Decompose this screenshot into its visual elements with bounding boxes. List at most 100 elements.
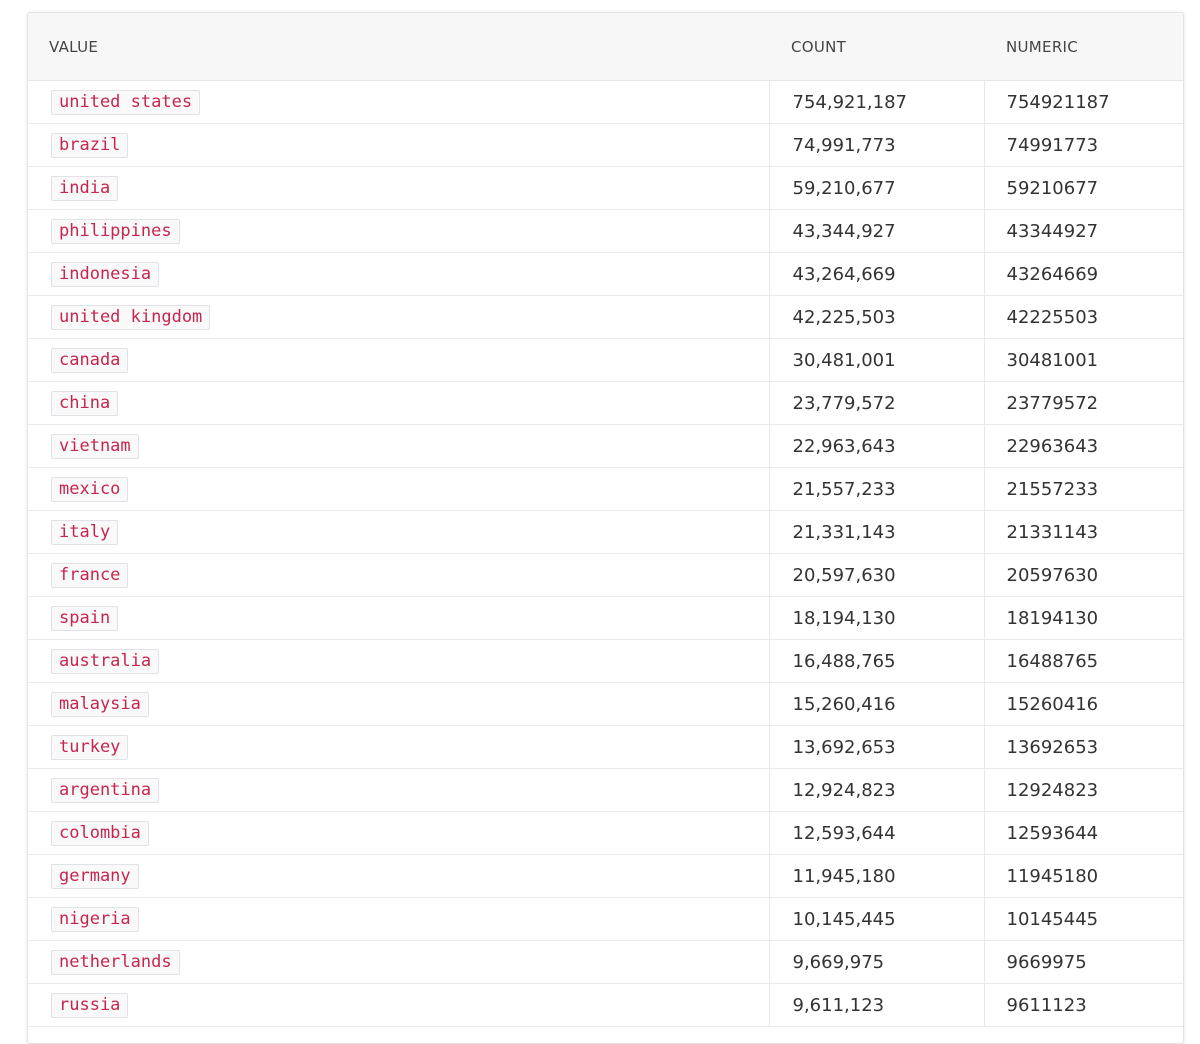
table-row: vietnam 22,963,643 22963643 [28,424,1183,468]
value-tag[interactable]: india [51,175,119,201]
numeric-cell: 15260416 [983,682,1183,726]
count-cell: 9,669,975 [768,940,984,984]
numeric-cell: 13692653 [983,725,1183,769]
numeric-cell: 21557233 [983,467,1183,511]
table-row: malaysia 15,260,416 15260416 [28,682,1183,726]
value-tag[interactable]: united states [51,89,201,115]
value-tag[interactable]: china [51,390,119,416]
value-cell: brazil [28,123,769,167]
numeric-cell: 18194130 [983,596,1183,640]
value-cell: mexico [28,467,769,511]
count-cell: 18,194,130 [768,596,984,640]
count-cell: 12,924,823 [768,768,984,812]
results-table-panel: VALUE COUNT NUMERIC united states 754,921… [27,12,1184,1044]
table-row: spain 18,194,130 18194130 [28,596,1183,640]
numeric-cell: 9611123 [983,983,1183,1027]
numeric-cell: 42225503 [983,295,1183,339]
value-tag[interactable]: brazil [51,132,129,158]
value-tag[interactable]: indonesia [51,261,160,287]
value-cell: turkey [28,725,769,769]
count-cell: 15,260,416 [768,682,984,726]
value-tag[interactable]: netherlands [51,949,180,975]
table-row: germany 11,945,180 11945180 [28,854,1183,898]
value-cell: australia [28,639,769,683]
numeric-cell: 11945180 [983,854,1183,898]
table-row: russia 9,611,123 9611123 [28,983,1183,1027]
numeric-cell: 10145445 [983,897,1183,941]
table-row: netherlands 9,669,975 9669975 [28,940,1183,984]
value-tag[interactable]: argentina [51,777,160,803]
count-cell: 74,991,773 [768,123,984,167]
value-cell: indonesia [28,252,769,296]
results-table: VALUE COUNT NUMERIC united states 754,921… [28,13,1183,1027]
count-cell: 10,145,445 [768,897,984,941]
numeric-cell: 59210677 [983,166,1183,210]
count-cell: 9,611,123 [768,983,984,1027]
value-tag[interactable]: germany [51,863,139,889]
table-row: australia 16,488,765 16488765 [28,639,1183,683]
numeric-cell: 43344927 [983,209,1183,253]
value-tag[interactable]: turkey [51,734,129,760]
table-body: united states 754,921,187 754921187 brazil 7… [28,80,1183,1027]
count-cell: 16,488,765 [768,639,984,683]
value-cell: united kingdom [28,295,769,339]
numeric-cell: 21331143 [983,510,1183,554]
count-cell: 11,945,180 [768,854,984,898]
table-header-row: VALUE COUNT NUMERIC [28,13,1183,81]
numeric-cell: 12924823 [983,768,1183,812]
table-row: brazil 74,991,773 74991773 [28,123,1183,167]
table-row: france 20,597,630 20597630 [28,553,1183,597]
value-tag[interactable]: france [51,562,129,588]
value-cell: russia [28,983,769,1027]
value-tag[interactable]: colombia [51,820,149,846]
value-tag[interactable]: australia [51,648,160,674]
value-cell: argentina [28,768,769,812]
value-cell: malaysia [28,682,769,726]
column-header-numeric[interactable]: NUMERIC [984,13,1183,81]
value-tag[interactable]: malaysia [51,691,149,717]
value-tag[interactable]: mexico [51,476,129,502]
value-tag[interactable]: philippines [51,218,180,244]
table-row: united kingdom 42,225,503 42225503 [28,295,1183,339]
count-cell: 22,963,643 [768,424,984,468]
numeric-cell: 20597630 [983,553,1183,597]
value-tag[interactable]: russia [51,992,129,1018]
value-cell: netherlands [28,940,769,984]
numeric-cell: 9669975 [983,940,1183,984]
table-row: nigeria 10,145,445 10145445 [28,897,1183,941]
value-cell: vietnam [28,424,769,468]
value-tag[interactable]: canada [51,347,129,373]
numeric-cell: 16488765 [983,639,1183,683]
count-cell: 30,481,001 [768,338,984,382]
value-cell: china [28,381,769,425]
value-tag[interactable]: nigeria [51,906,139,932]
column-header-count[interactable]: COUNT [769,13,984,81]
count-cell: 21,331,143 [768,510,984,554]
count-cell: 42,225,503 [768,295,984,339]
value-tag[interactable]: vietnam [51,433,139,459]
value-cell: spain [28,596,769,640]
value-tag[interactable]: united kingdom [51,304,211,330]
count-cell: 12,593,644 [768,811,984,855]
table-row: china 23,779,572 23779572 [28,381,1183,425]
column-header-value[interactable]: VALUE [28,13,769,81]
value-cell: united states [28,80,769,124]
value-cell: india [28,166,769,210]
numeric-cell: 23779572 [983,381,1183,425]
count-cell: 13,692,653 [768,725,984,769]
value-tag[interactable]: italy [51,519,119,545]
value-cell: germany [28,854,769,898]
table-row: united states 754,921,187 754921187 [28,80,1183,124]
value-cell: colombia [28,811,769,855]
count-cell: 23,779,572 [768,381,984,425]
table-row: turkey 13,692,653 13692653 [28,725,1183,769]
numeric-cell: 754921187 [983,80,1183,124]
table-row: mexico 21,557,233 21557233 [28,467,1183,511]
value-cell: france [28,553,769,597]
value-cell: canada [28,338,769,382]
table-row: italy 21,331,143 21331143 [28,510,1183,554]
value-cell: philippines [28,209,769,253]
value-tag[interactable]: spain [51,605,119,631]
numeric-cell: 43264669 [983,252,1183,296]
numeric-cell: 74991773 [983,123,1183,167]
